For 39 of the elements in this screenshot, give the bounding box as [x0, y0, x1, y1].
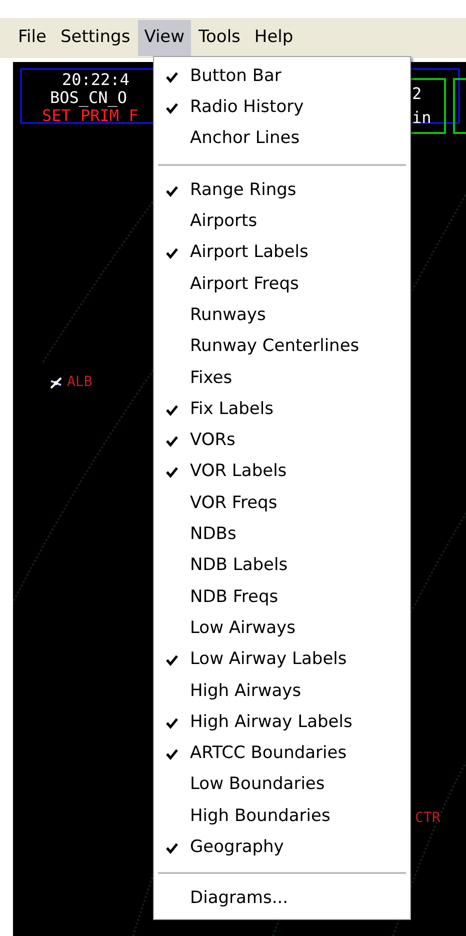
- menu-item[interactable]: Low Airway Labels: [190, 647, 347, 673]
- menu-item[interactable]: Geography: [190, 835, 284, 861]
- menu-item[interactable]: File: [12, 20, 52, 56]
- menu-item[interactable]: NDB Freqs: [190, 584, 278, 610]
- menu-item[interactable]: Airport Freqs: [190, 272, 299, 298]
- menu-item[interactable]: Runways: [190, 302, 266, 328]
- menu-item[interactable]: Runway Centerlines: [190, 334, 360, 360]
- menu-item[interactable]: Fix Labels: [190, 396, 274, 422]
- menu-item[interactable]: High Airways: [190, 678, 302, 704]
- menu-item[interactable]: Low Boundaries: [190, 772, 325, 798]
- menu-item[interactable]: NDBs: [190, 522, 236, 548]
- airport-icon: [49, 376, 63, 390]
- menu-item[interactable]: Fixes: [190, 366, 232, 392]
- menu-item[interactable]: Settings: [54, 20, 136, 56]
- menu-item[interactable]: ARTCC Boundaries: [190, 741, 347, 767]
- menu-item[interactable]: VOR Freqs: [190, 490, 278, 516]
- menu-item[interactable]: Radio History: [190, 95, 304, 121]
- box-text: in: [412, 107, 432, 129]
- menu-item[interactable]: Button Bar: [190, 64, 282, 90]
- menu-item[interactable]: Tools: [192, 20, 246, 56]
- menu-item[interactable]: View: [138, 20, 191, 56]
- menu-item[interactable]: High Airway Labels: [190, 710, 352, 736]
- menu-item[interactable]: Anchor Lines: [190, 126, 300, 152]
- callsign-text: BOS_CN_O: [50, 89, 128, 107]
- menu-item[interactable]: Help: [248, 20, 300, 56]
- menu-item[interactable]: Airport Labels: [190, 240, 308, 266]
- menu-item[interactable]: Airports: [190, 209, 258, 235]
- menu-item[interactable]: Range Rings: [190, 178, 296, 204]
- menu-item[interactable]: NDB Labels: [190, 553, 288, 579]
- menu-item[interactable]: Low Airways: [190, 616, 296, 642]
- box-text: 2: [412, 83, 422, 105]
- menu-item[interactable]: VORs: [190, 428, 236, 454]
- menu-item[interactable]: VOR Labels: [190, 459, 287, 485]
- airport-label: ALB: [67, 373, 92, 392]
- menu-item[interactable]: High Boundaries: [190, 804, 330, 830]
- clock-text: 20:22:4: [62, 71, 130, 89]
- menu-item[interactable]: Diagrams...: [190, 886, 288, 912]
- alert-text: SET PRIM F: [42, 107, 138, 125]
- map-label: CTR: [415, 809, 440, 828]
